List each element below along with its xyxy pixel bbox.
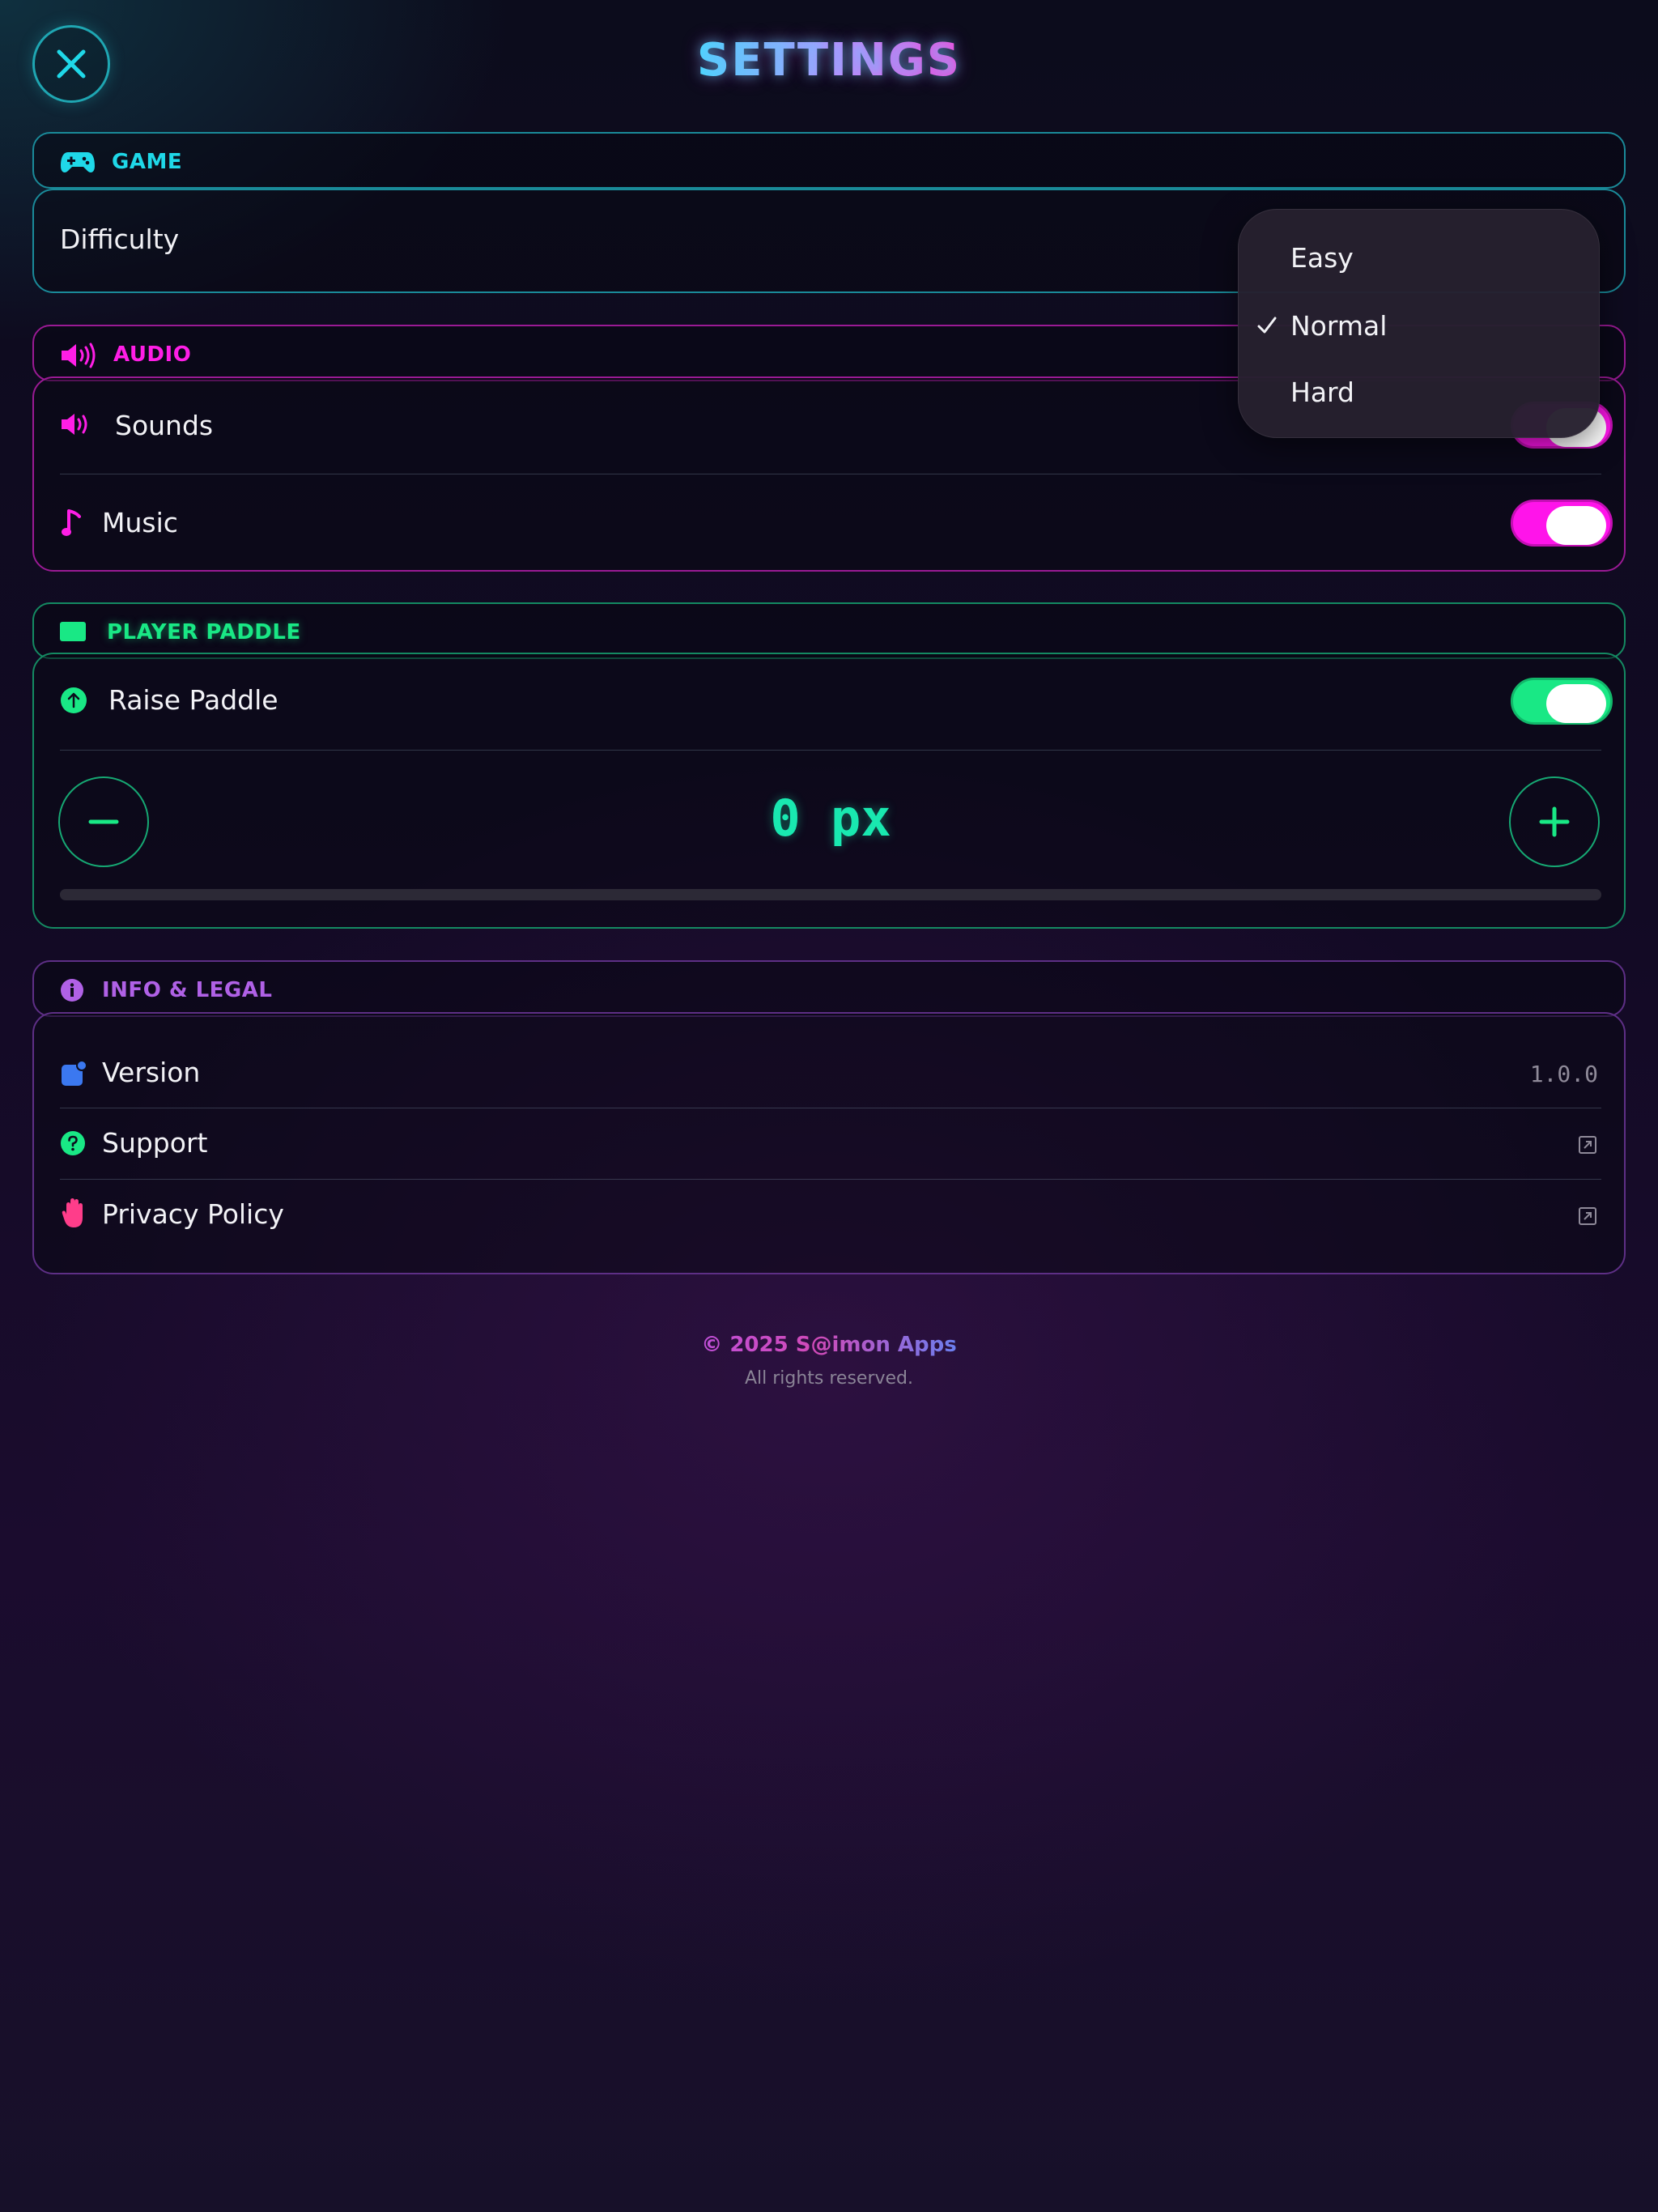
privacy-policy-label: Privacy Policy <box>102 1198 284 1230</box>
hand-icon <box>62 1198 83 1227</box>
sounds-label: Sounds <box>115 410 214 441</box>
section-header-game: GAME <box>32 132 1626 189</box>
difficulty-dropdown: Easy Normal Hard <box>1238 209 1600 438</box>
support-label: Support <box>102 1127 208 1159</box>
card-info: Version 1.0.0 Support Privacy Policy <box>32 1012 1626 1274</box>
section-header-info: INFO & LEGAL <box>32 960 1626 1017</box>
checkmark-icon <box>1257 317 1277 334</box>
increase-button[interactable] <box>1509 776 1600 867</box>
plus-icon <box>1539 806 1570 837</box>
section-label-audio: AUDIO <box>113 342 192 367</box>
privacy-policy-row[interactable]: Privacy Policy <box>34 1180 1626 1250</box>
raise-paddle-toggle[interactable] <box>1511 678 1613 725</box>
section-label-info: INFO & LEGAL <box>102 978 273 1002</box>
page-title: SETTINGS <box>696 34 962 87</box>
music-label: Music <box>102 507 178 538</box>
version-label: Version <box>102 1057 201 1088</box>
speaker-icon <box>62 414 87 435</box>
raise-paddle-label: Raise Paddle <box>108 684 278 716</box>
question-icon <box>61 1131 85 1155</box>
section-label-game: GAME <box>112 150 183 174</box>
difficulty-label: Difficulty <box>60 223 180 255</box>
external-link-icon <box>1579 1207 1596 1225</box>
paddle-offset-track <box>60 889 1601 900</box>
app-badge-icon <box>62 1060 87 1086</box>
external-link-icon <box>1579 1136 1596 1154</box>
arrow-up-circle-icon <box>61 687 87 713</box>
toggle-knob <box>1546 506 1606 545</box>
section-header-paddle: PLAYER PADDLE <box>32 602 1626 659</box>
footer-rights: All rights reserved. <box>744 1368 914 1389</box>
option-label: Easy <box>1290 242 1354 274</box>
footer-copyright: © 2025 S@imon Apps <box>701 1333 957 1357</box>
music-toggle[interactable] <box>1511 500 1613 547</box>
speaker-icon <box>62 342 96 368</box>
divider <box>60 750 1601 751</box>
support-row[interactable]: Support <box>34 1109 1626 1179</box>
card-paddle: Raise Paddle 0 px <box>32 653 1626 929</box>
dropdown-option-easy[interactable]: Easy <box>1239 226 1599 291</box>
dropdown-option-hard[interactable]: Hard <box>1239 360 1599 425</box>
gamepad-icon <box>61 152 95 172</box>
divider <box>60 1179 1601 1180</box>
option-label: Hard <box>1290 376 1354 408</box>
option-label: Normal <box>1290 310 1388 342</box>
toggle-knob <box>1546 684 1606 723</box>
info-icon <box>61 979 83 1002</box>
paddle-offset-value: 0 px <box>770 789 891 848</box>
music-note-icon <box>62 509 81 536</box>
section-label-paddle: PLAYER PADDLE <box>107 620 301 644</box>
dropdown-option-normal[interactable]: Normal <box>1239 292 1599 357</box>
version-value: 1.0.0 <box>1529 1061 1598 1087</box>
paddle-icon <box>60 622 86 641</box>
